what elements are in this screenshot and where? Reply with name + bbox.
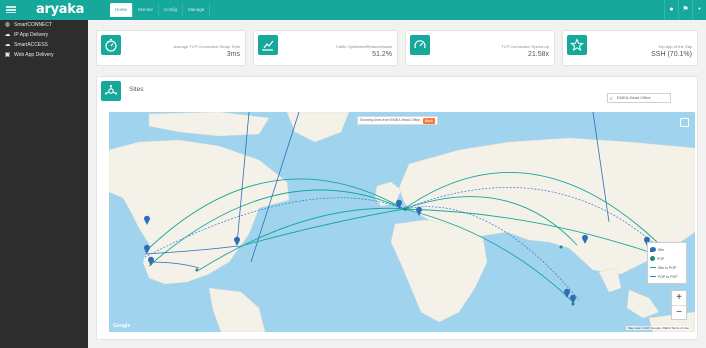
sidebar-item-label: Web App Delivery bbox=[14, 52, 54, 58]
world-map bbox=[109, 112, 695, 332]
tab-manage[interactable]: Manage bbox=[183, 3, 211, 17]
tab-monitor[interactable]: Monitor bbox=[133, 3, 160, 17]
user-icon[interactable]: • bbox=[692, 0, 706, 20]
cloud-icon: ☁ bbox=[4, 31, 11, 38]
kpi-label: Average TCP Connection Setup Time bbox=[173, 44, 240, 49]
kpi-label: Top App of the Day bbox=[658, 44, 692, 49]
sidebar-item-smartconnect[interactable]: ◍ SmartCONNECT bbox=[0, 20, 88, 30]
legend-item-site: Site bbox=[650, 245, 684, 254]
app-logo: aryaka bbox=[36, 2, 85, 17]
sites-panel: Sites ⌕ EMEA-Head Office Showing lines f… bbox=[96, 76, 698, 340]
map-zoom-control: + − bbox=[671, 290, 687, 320]
kpi-label: TCP Connection Speed-up bbox=[501, 44, 549, 49]
cloud-icon: ☁ bbox=[4, 41, 11, 48]
kpi-value: 51.2% bbox=[372, 51, 392, 58]
menu-icon[interactable] bbox=[6, 5, 16, 15]
sidebar-item-label: SmartCONNECT bbox=[14, 22, 53, 28]
zoom-in-button[interactable]: + bbox=[672, 291, 686, 305]
tab-config[interactable]: Config bbox=[159, 3, 184, 17]
sites-map[interactable]: Showing lines from EMEA-Head Office Back… bbox=[109, 112, 695, 332]
map-terms[interactable]: Map data ©2015 Google, INEGI Terms of Us… bbox=[625, 326, 691, 330]
legend-item-site-to-pop: Site to POP bbox=[650, 263, 684, 272]
globe-icon: ◍ bbox=[4, 21, 11, 28]
main-tabs: Home Monitor Config Manage bbox=[110, 3, 211, 17]
sidebar-item-label: IP App Delivery bbox=[14, 32, 49, 38]
map-brand: Google bbox=[113, 323, 131, 329]
top-bar: aryaka Home Monitor Config Manage ● ⚑ • bbox=[0, 0, 706, 20]
kpi-card-traffic-optimized: Traffic Optimized/Reduced/wide 51.2% bbox=[253, 30, 398, 66]
bell-icon[interactable]: ● bbox=[664, 0, 678, 20]
stopwatch-icon bbox=[101, 35, 121, 55]
banner-back-button[interactable]: Back bbox=[423, 117, 435, 124]
sidebar-item-smartaccess[interactable]: ☁ SmartACCESS bbox=[0, 40, 88, 50]
sidebar-item-web-app-delivery[interactable]: ▣ Web App Delivery bbox=[0, 50, 88, 60]
kpi-card-tcp-speedup: TCP Connection Speed-up 21.58x bbox=[405, 30, 555, 66]
route-banner: Showing lines from EMEA-Head Office Back bbox=[357, 116, 438, 125]
site-search: ⌕ bbox=[607, 93, 671, 103]
site-search-input[interactable] bbox=[617, 95, 669, 100]
top-icons: ● ⚑ • bbox=[664, 0, 706, 20]
chart-trend-icon bbox=[258, 35, 278, 55]
fullscreen-icon[interactable] bbox=[680, 118, 689, 127]
kpi-value: 3ms bbox=[226, 51, 240, 58]
gauge-icon bbox=[410, 35, 430, 55]
sites-title: Sites bbox=[129, 86, 144, 93]
legend-item-pop-to-pop: POP to POP bbox=[650, 272, 684, 281]
sidebar: ◍ SmartCONNECT ☁ IP App Delivery ☁ Smart… bbox=[0, 20, 88, 348]
kpi-label: Traffic Optimized/Reduced/wide bbox=[335, 44, 392, 49]
map-legend: Site POP Site to POP POP to POP bbox=[647, 242, 687, 284]
kpi-card-tcp-setup-time: Average TCP Connection Setup Time 3ms bbox=[96, 30, 246, 66]
kpi-card-top-app: Top App of the Day SSH (70.1%) bbox=[562, 30, 698, 66]
kpi-value: 21.58x bbox=[527, 51, 549, 58]
tab-home[interactable]: Home bbox=[110, 3, 134, 17]
kpi-value: SSH (70.1%) bbox=[651, 51, 692, 58]
browser-icon: ▣ bbox=[4, 51, 11, 58]
sidebar-item-label: SmartACCESS bbox=[14, 42, 48, 48]
flag-icon[interactable]: ⚑ bbox=[678, 0, 692, 20]
legend-item-pop: POP bbox=[650, 254, 684, 263]
search-icon: ⌕ bbox=[610, 96, 613, 102]
banner-text: Showing lines from EMEA-Head Office bbox=[360, 118, 421, 122]
star-icon bbox=[567, 35, 587, 55]
sidebar-item-ip-app-delivery[interactable]: ☁ IP App Delivery bbox=[0, 30, 88, 40]
network-icon bbox=[101, 81, 121, 101]
zoom-out-button[interactable]: − bbox=[672, 306, 686, 320]
